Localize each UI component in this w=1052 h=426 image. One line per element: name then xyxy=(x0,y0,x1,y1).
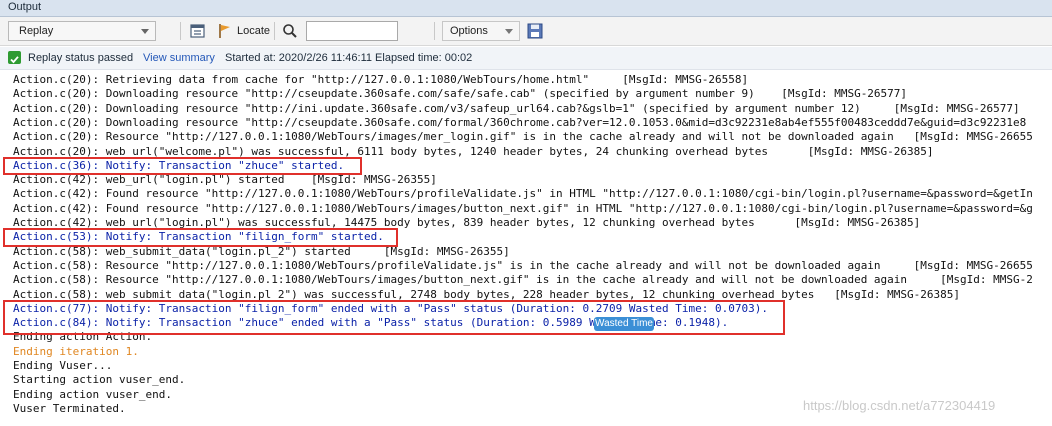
locate-button[interactable] xyxy=(216,22,234,40)
log-line: Action.c(20): Downloading resource "http… xyxy=(13,115,1027,129)
log-line: Action.c(20): Resource "http://127.0.0.1… xyxy=(13,130,1033,144)
replay-mode-select-value: Replay xyxy=(19,25,54,37)
search-icon xyxy=(283,24,297,38)
output-toolbar: Replay Locate Options xyxy=(0,17,1052,46)
document-list-icon xyxy=(190,24,205,38)
options-dropdown-button[interactable]: Options xyxy=(442,21,520,41)
log-line: Vuser Terminated. xyxy=(13,401,126,415)
log-line: Action.c(42): Found resource "http://127… xyxy=(13,187,1033,201)
flag-icon xyxy=(219,24,230,38)
log-line: Action.c(58): Resource "http://127.0.0.1… xyxy=(13,273,1033,287)
highlight-box-zhuce-start xyxy=(3,157,362,175)
locate-label[interactable]: Locate xyxy=(237,25,270,37)
toolbar-divider xyxy=(180,22,181,40)
log-line: Action.c(20): Downloading resource "http… xyxy=(13,87,908,101)
log-line: Action.c(20): Retrieving data from cache… xyxy=(13,73,749,86)
replay-log-output[interactable]: Action.c(20): Retrieving data from cache… xyxy=(0,73,1052,426)
view-summary-link[interactable]: View summary xyxy=(143,52,215,64)
save-button[interactable] xyxy=(526,22,544,40)
search-input[interactable] xyxy=(306,21,398,41)
log-line: Action.c(58): Resource "http://127.0.0.1… xyxy=(13,258,1033,272)
log-line: Action.c(42): web_url("login.pl") starte… xyxy=(13,173,437,187)
log-line: Action.c(42): Found resource "http://127… xyxy=(13,201,1033,215)
toolbar-divider xyxy=(434,22,435,40)
highlight-box-filign-start xyxy=(3,228,398,247)
status-pass-check-icon xyxy=(8,51,21,64)
highlight-box-transaction-end xyxy=(3,300,785,335)
panel-title: Output xyxy=(8,1,42,13)
toolbar-divider xyxy=(274,22,275,40)
elapsed-time-info: Started at: 2020/2/26 11:46:11 Elapsed t… xyxy=(225,52,473,64)
chevron-down-icon xyxy=(141,29,149,34)
search-button[interactable] xyxy=(281,22,299,40)
chevron-down-icon xyxy=(505,29,513,34)
log-line: Ending iteration 1. xyxy=(13,344,139,358)
watermark: https://blog.csdn.net/a772304419 xyxy=(803,398,996,413)
options-label: Options xyxy=(450,25,488,37)
save-icon xyxy=(527,23,543,39)
log-line: Ending Vuser... xyxy=(13,359,113,372)
wasted-time-tooltip: Wasted Time xyxy=(594,317,654,331)
replay-status-text: Replay status passed xyxy=(28,52,134,64)
log-line: Action.c(20): Downloading resource "http… xyxy=(13,101,1020,115)
replay-status-bar: Replay status passed View summary Starte… xyxy=(0,47,1052,70)
log-line: Ending action vuser_end. xyxy=(13,387,172,401)
log-view-button[interactable] xyxy=(189,22,207,40)
checkmark-icon xyxy=(10,56,19,64)
output-panel-titlebar: Output xyxy=(0,0,1052,17)
log-line: Starting action vuser_end. xyxy=(13,373,186,387)
replay-mode-select[interactable]: Replay xyxy=(8,21,156,41)
